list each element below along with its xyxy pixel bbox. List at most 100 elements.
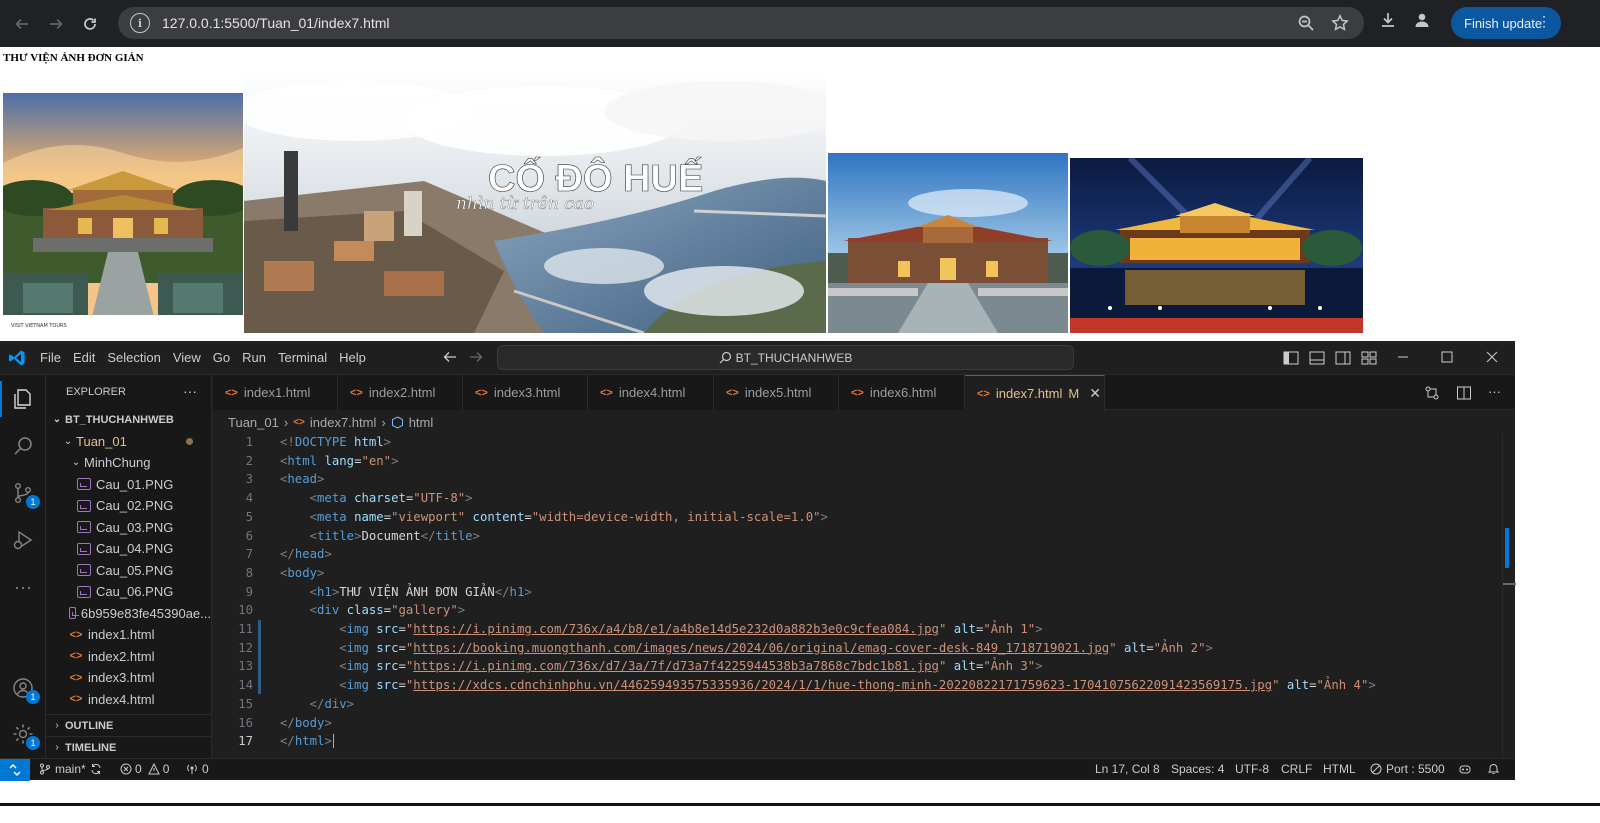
workspace-folder[interactable]: ⌄ BT_THUCHANHWEB [46, 409, 211, 431]
tab-index6[interactable]: <> index6.html [839, 375, 965, 410]
back-icon[interactable] [8, 10, 36, 38]
tree-item-file[interactable]: <> index3.html [46, 667, 211, 689]
toggle-sidebar-icon[interactable] [1283, 351, 1299, 365]
menu-terminal[interactable]: Terminal [278, 350, 327, 365]
explorer-icon[interactable] [9, 385, 37, 413]
source-control-icon[interactable]: 1 [9, 479, 40, 509]
run-debug-icon[interactable] [9, 526, 37, 554]
html-file-icon: <> [475, 386, 488, 399]
toggle-panel-icon[interactable] [1309, 351, 1325, 365]
accounts-icon[interactable]: 1 [9, 674, 40, 704]
manage-gear-icon[interactable]: 1 [9, 720, 40, 750]
zoom-icon[interactable] [1296, 13, 1316, 33]
more-actions-icon[interactable]: ··· [1488, 385, 1501, 401]
menu-run[interactable]: Run [242, 350, 266, 365]
chevron-down-icon: ⌄ [71, 457, 81, 469]
split-editor-icon[interactable] [1456, 385, 1472, 401]
url-text[interactable]: 127.0.0.1:5500/Tuan_01/index7.html [162, 15, 390, 31]
customize-layout-icon[interactable] [1361, 351, 1377, 365]
encoding[interactable]: UTF-8 [1235, 762, 1269, 776]
breadcrumb-symbol[interactable]: html [409, 415, 434, 430]
accounts-badge: 1 [26, 690, 40, 704]
gallery-image-2: CỐ ĐÔ HUẾ nhìn từ trên cao [244, 71, 826, 333]
tree-item-file[interactable]: Cau_06.PNG [46, 581, 211, 603]
indentation[interactable]: Spaces: 4 [1171, 762, 1224, 776]
outline-section[interactable]: › OUTLINE [46, 714, 211, 736]
activity-bar: 1 ··· 1 1 [0, 375, 46, 758]
tree-item-file[interactable]: 6b959e83fe45390ae... [46, 603, 211, 625]
tab-index4[interactable]: <> index4.html [588, 375, 714, 410]
modified-dot [186, 437, 193, 445]
tree-item-file[interactable]: Cau_02.PNG [46, 495, 211, 517]
close-tab-icon[interactable]: ✕ [1089, 385, 1101, 402]
tab-index2[interactable]: <> index2.html [338, 375, 463, 410]
code-editor[interactable]: 1 <!DOCTYPE html> 2 <html lang="en"> 3 <hea… [213, 433, 1515, 758]
close-window-icon[interactable] [1485, 350, 1499, 369]
line-ending[interactable]: CRLF [1281, 762, 1312, 776]
timeline-section[interactable]: › TIMELINE [46, 736, 211, 758]
live-server-port[interactable]: Port : 5500 [1370, 762, 1445, 776]
chevron-down-icon: ⌄ [52, 414, 62, 426]
tree-item-file[interactable]: Cau_01.PNG [46, 474, 211, 496]
html-file-icon: <> [726, 386, 739, 399]
menu-help[interactable]: Help [339, 350, 366, 365]
search-view-icon[interactable] [9, 432, 37, 460]
gallery-image-4 [1070, 158, 1363, 333]
tree-item-label: Cau_05.PNG [96, 562, 174, 578]
image-file-icon [69, 607, 79, 620]
tree-item-file[interactable]: <> index1.html [46, 624, 211, 646]
tab-index7[interactable]: <> index7.html M ✕ [965, 375, 1105, 411]
tree-item-file[interactable]: Cau_05.PNG [46, 560, 211, 582]
more-views-icon[interactable]: ··· [9, 573, 37, 601]
more-vert-icon[interactable]: ⋮ [1537, 13, 1551, 29]
tree-item-file[interactable]: Cau_03.PNG [46, 517, 211, 539]
menu-edit[interactable]: Edit [73, 350, 95, 365]
address-bar[interactable]: i 127.0.0.1:5500/Tuan_01/index7.html [118, 7, 1364, 39]
scrollbar[interactable] [1502, 433, 1516, 758]
breadcrumb-folder[interactable]: Tuan_01 [228, 415, 279, 430]
compare-changes-icon[interactable] [1424, 385, 1440, 401]
tab-index5[interactable]: <> index5.html [714, 375, 839, 410]
tree-item-file[interactable]: <> index2.html [46, 646, 211, 668]
problems-status[interactable]: 0 0 [120, 762, 169, 776]
timeline-label: TIMELINE [65, 741, 117, 754]
forward-icon[interactable] [42, 10, 70, 38]
notifications-bell-icon[interactable] [1487, 762, 1500, 778]
toggle-secondary-sidebar-icon[interactable] [1335, 351, 1351, 365]
tree-item-folder[interactable]: ⌄ Tuan_01 [46, 431, 211, 453]
menu-file[interactable]: File [40, 350, 61, 365]
menu-bar: File Edit Selection View Go Run Terminal… [40, 350, 378, 365]
tree-item-folder[interactable]: ⌄ MinhChung [46, 452, 211, 474]
bookmark-star-icon[interactable] [1330, 13, 1350, 33]
explorer-more-icon[interactable]: ··· [183, 383, 197, 399]
image-file-icon [77, 585, 91, 598]
maximize-icon[interactable] [1440, 350, 1454, 369]
tab-index1[interactable]: <> index1.html [213, 375, 338, 410]
ports-status[interactable]: 0 [186, 762, 209, 776]
site-info-icon[interactable]: i [130, 13, 150, 33]
sync-icon[interactable] [90, 763, 102, 775]
reload-icon[interactable] [76, 10, 104, 38]
copilot-icon[interactable] [1458, 762, 1472, 779]
menu-go[interactable]: Go [213, 350, 230, 365]
tree-item-file[interactable]: <> index4.html [46, 689, 211, 711]
finish-update-button[interactable]: Finish update ⋮ [1451, 7, 1561, 39]
command-center[interactable]: BT_THUCHANHWEB [497, 345, 1074, 370]
menu-view[interactable]: View [173, 350, 201, 365]
nav-forward-icon[interactable] [469, 350, 483, 369]
menu-selection[interactable]: Selection [107, 350, 160, 365]
tab-label: index5.html [744, 385, 812, 400]
explorer-title: EXPLORER [66, 386, 126, 398]
language-mode[interactable]: HTML [1323, 762, 1356, 776]
tree-item-file[interactable]: Cau_04.PNG [46, 538, 211, 560]
download-icon[interactable] [1378, 10, 1398, 30]
remote-icon[interactable] [0, 759, 30, 781]
profile-icon[interactable] [1412, 10, 1432, 30]
tab-index3[interactable]: <> index3.html [463, 375, 588, 410]
cursor-position[interactable]: Ln 17, Col 8 [1095, 762, 1160, 776]
nav-back-icon[interactable] [443, 350, 457, 369]
minimize-icon[interactable] [1396, 350, 1410, 369]
html-file-icon: <> [293, 416, 305, 428]
git-branch[interactable]: main* [39, 762, 102, 776]
breadcrumb-file[interactable]: index7.html [310, 415, 376, 430]
